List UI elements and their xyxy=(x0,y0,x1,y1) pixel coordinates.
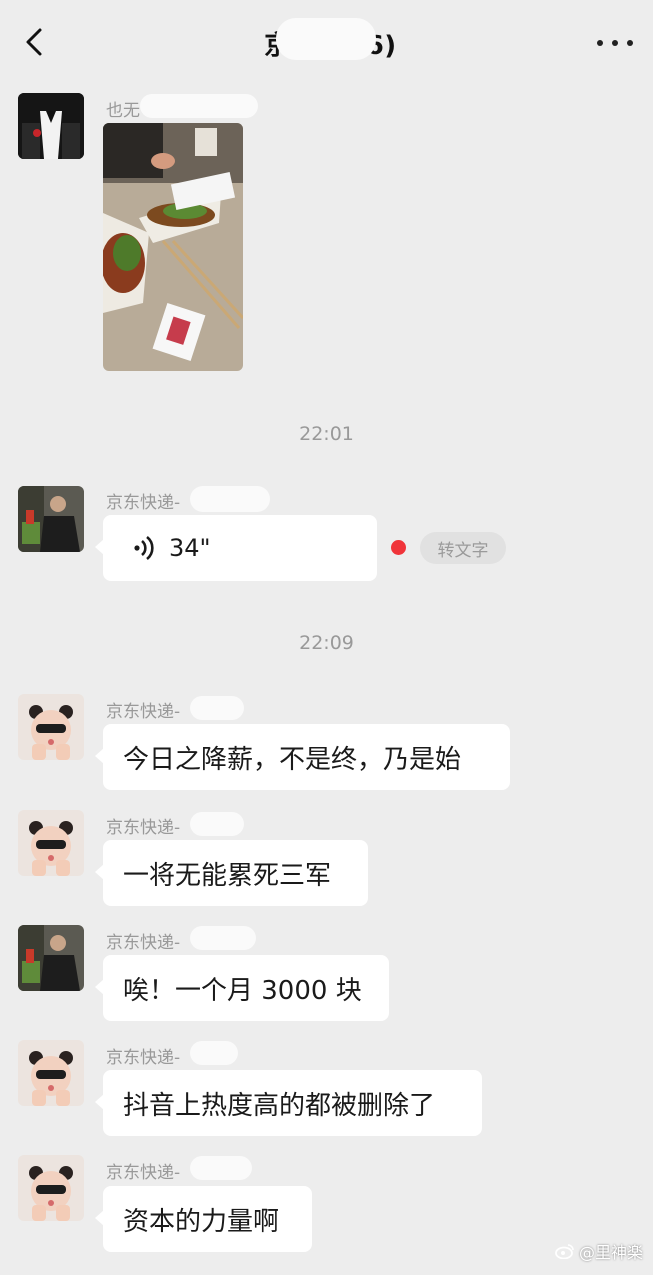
message-bubble[interactable]: 资本的力量啊 xyxy=(95,1186,312,1252)
food-table-photo xyxy=(103,123,243,371)
voice-duration: 34" xyxy=(169,534,211,562)
avatar-tuxedo-image xyxy=(18,93,84,159)
sender-redaction xyxy=(190,812,244,836)
message-bubble[interactable]: 抖音上热度高的都被删除了 xyxy=(95,1070,482,1136)
avatar-man-image xyxy=(18,486,84,552)
avatar[interactable] xyxy=(18,925,84,991)
weibo-logo-icon xyxy=(555,1244,574,1259)
sender-redaction xyxy=(190,1041,238,1065)
voice-wave-icon xyxy=(134,535,154,561)
watermark-text: @里神楽 xyxy=(578,1243,643,1262)
avatar[interactable] xyxy=(18,810,84,876)
sender-name: 京东快递- xyxy=(106,1048,181,1068)
back-arrow-icon[interactable] xyxy=(22,27,50,57)
avatar[interactable] xyxy=(18,93,84,159)
sender-redaction xyxy=(190,486,270,512)
sender-name: 京东快递- xyxy=(106,818,181,838)
avatar[interactable] xyxy=(18,486,84,552)
sender-redaction xyxy=(190,926,256,950)
avatar-child-image xyxy=(18,1040,84,1106)
sender-name: 京东快递- xyxy=(106,1163,181,1183)
sender-name: 京东快递- xyxy=(106,702,181,722)
sender-name: 京东快递- xyxy=(106,933,181,953)
sender-name: 也无 xyxy=(106,101,140,121)
unread-dot xyxy=(391,540,406,555)
sender-name: 京东快递- xyxy=(106,493,181,513)
shared-photo[interactable] xyxy=(103,123,243,371)
timestamp: 22:01 xyxy=(299,423,354,445)
message-bubble[interactable]: 唉！一个月 3000 块 xyxy=(95,955,389,1021)
sender-redaction xyxy=(190,1156,252,1180)
voice-message-bubble[interactable]: 34" xyxy=(95,515,377,581)
avatar[interactable] xyxy=(18,1040,84,1106)
title-redaction xyxy=(276,18,376,60)
more-options-icon[interactable] xyxy=(597,30,633,56)
sender-redaction xyxy=(140,94,258,118)
avatar[interactable] xyxy=(18,1155,84,1221)
weibo-watermark: @里神楽 xyxy=(555,1239,643,1263)
avatar[interactable] xyxy=(18,694,84,760)
avatar-man-image xyxy=(18,925,84,991)
message-bubble[interactable]: 今日之降薪，不是终，乃是始 xyxy=(95,724,510,790)
message-bubble[interactable]: 一将无能累死三军 xyxy=(95,840,368,906)
convert-to-text-button[interactable]: 转文字 xyxy=(420,532,506,564)
avatar-child-image xyxy=(18,810,84,876)
sender-redaction xyxy=(190,696,244,720)
timestamp: 22:09 xyxy=(299,632,354,654)
avatar-child-image xyxy=(18,694,84,760)
avatar-child-image xyxy=(18,1155,84,1221)
